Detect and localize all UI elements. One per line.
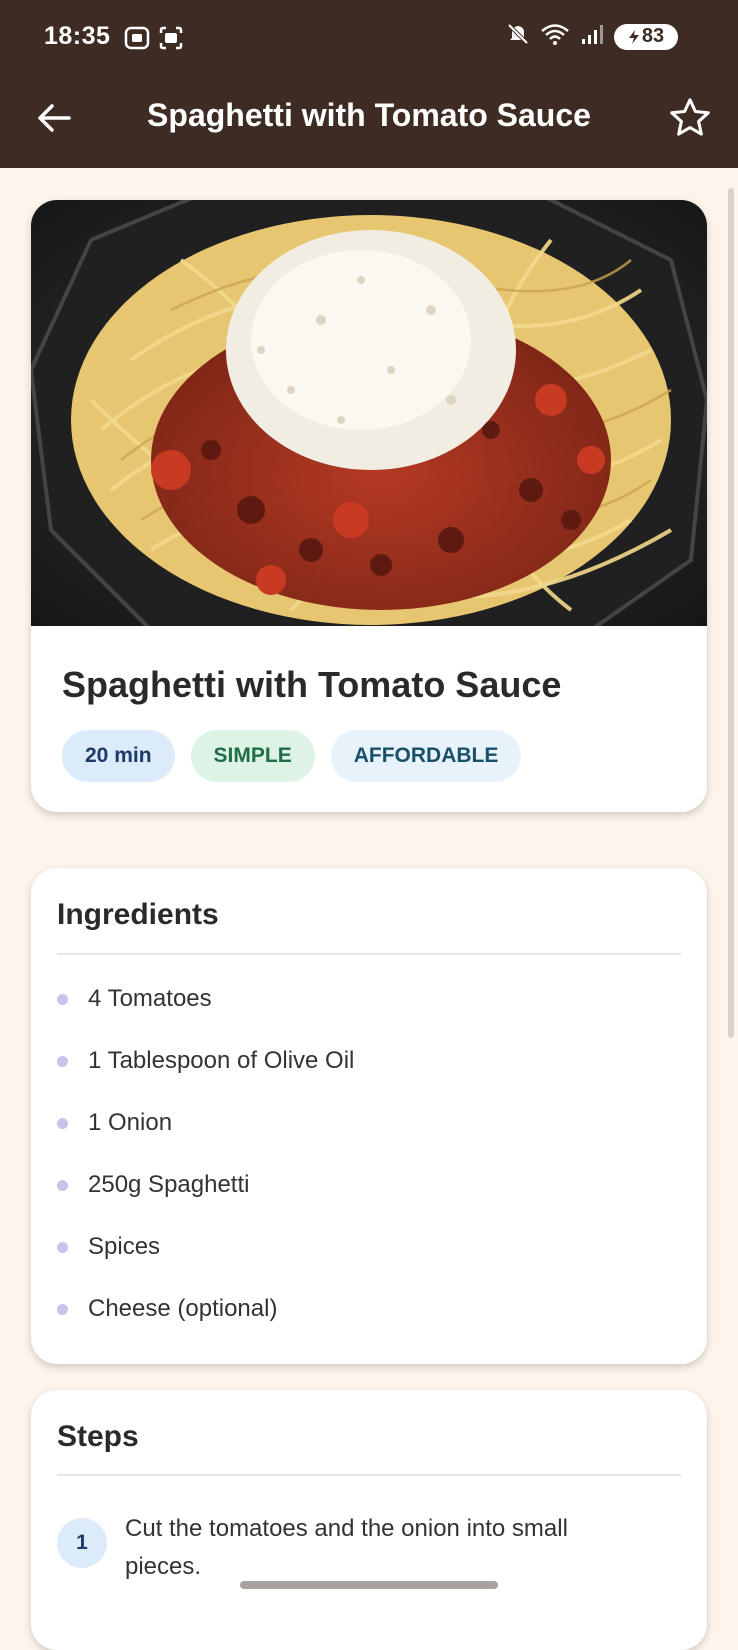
ingredient-text: 1 Onion xyxy=(88,1109,173,1136)
steps-divider xyxy=(57,1474,681,1476)
app-bar-title: Spaghetti with Tomato Sauce xyxy=(147,97,591,133)
steps-card: Steps 1 Cut the tomatoes and the onion i… xyxy=(31,1390,707,1650)
recipe-chips: 20 min SIMPLE AFFORDABLE xyxy=(62,730,522,782)
recipe-header-card: Spaghetti with Tomato Sauce 20 min SIMPL… xyxy=(31,200,707,812)
affordability-chip: AFFORDABLE xyxy=(330,730,522,782)
ingredient-item: 1 Tablespoon of Olive Oil xyxy=(57,1030,354,1092)
top-bar: 18:35 83 Spaghetti with Tomato Sauce xyxy=(0,0,738,168)
ingredient-list: 4 Tomatoes 1 Tablespoon of Olive Oil 1 O… xyxy=(57,968,354,1340)
app-bar: Spaghetti with Tomato Sauce xyxy=(0,78,738,168)
step-item: 1 Cut the tomatoes and the onion into sm… xyxy=(57,1510,645,1586)
bullet-icon xyxy=(57,1241,68,1253)
bullet-icon xyxy=(57,993,68,1005)
wifi-icon xyxy=(540,22,570,51)
status-time: 18:35 xyxy=(44,22,111,50)
mute-icon xyxy=(506,22,530,51)
ingredients-divider xyxy=(57,953,681,955)
status-right-icons: 83 xyxy=(506,22,678,51)
recipe-title: Spaghetti with Tomato Sauce xyxy=(62,664,562,705)
battery-level: 83 xyxy=(641,25,665,47)
home-indicator[interactable] xyxy=(240,1581,498,1589)
battery-icon: 83 xyxy=(614,23,678,50)
ingredient-text: Cheese (optional) xyxy=(88,1295,278,1322)
ingredients-card: Ingredients 4 Tomatoes 1 Tablespoon of O… xyxy=(31,868,707,1364)
star-outline-icon xyxy=(670,98,710,136)
bullet-icon xyxy=(57,1117,68,1129)
favorite-button[interactable] xyxy=(662,90,718,146)
status-left-icons xyxy=(124,25,184,56)
scrollbar[interactable] xyxy=(728,188,734,1038)
steps-title: Steps xyxy=(57,1420,139,1453)
step-text: Cut the tomatoes and the onion into smal… xyxy=(125,1515,568,1580)
bullet-icon xyxy=(57,1055,68,1067)
complexity-chip: SIMPLE xyxy=(190,730,315,782)
ingredient-item: Cheese (optional) xyxy=(57,1278,354,1340)
duration-chip: 20 min xyxy=(62,730,175,782)
recipe-image xyxy=(31,200,707,626)
signal-icon xyxy=(580,22,604,51)
bullet-icon xyxy=(57,1303,68,1315)
ingredient-text: Spices xyxy=(88,1233,161,1260)
ingredient-item: 1 Onion xyxy=(57,1092,354,1154)
screen-record-icon xyxy=(158,25,184,56)
ingredient-item: Spices xyxy=(57,1216,354,1278)
bullet-icon xyxy=(57,1179,68,1191)
ingredient-text: 4 Tomatoes xyxy=(88,985,212,1012)
ingredient-item: 4 Tomatoes xyxy=(57,968,354,1030)
screenshot-icon xyxy=(124,25,150,56)
ingredient-text: 250g Spaghetti xyxy=(88,1171,250,1198)
ingredient-item: 250g Spaghetti xyxy=(57,1154,354,1216)
ingredients-title: Ingredients xyxy=(57,898,219,931)
step-number: 1 xyxy=(57,1518,107,1568)
status-bar: 18:35 83 xyxy=(0,0,738,78)
ingredient-text: 1 Tablespoon of Olive Oil xyxy=(88,1047,355,1074)
